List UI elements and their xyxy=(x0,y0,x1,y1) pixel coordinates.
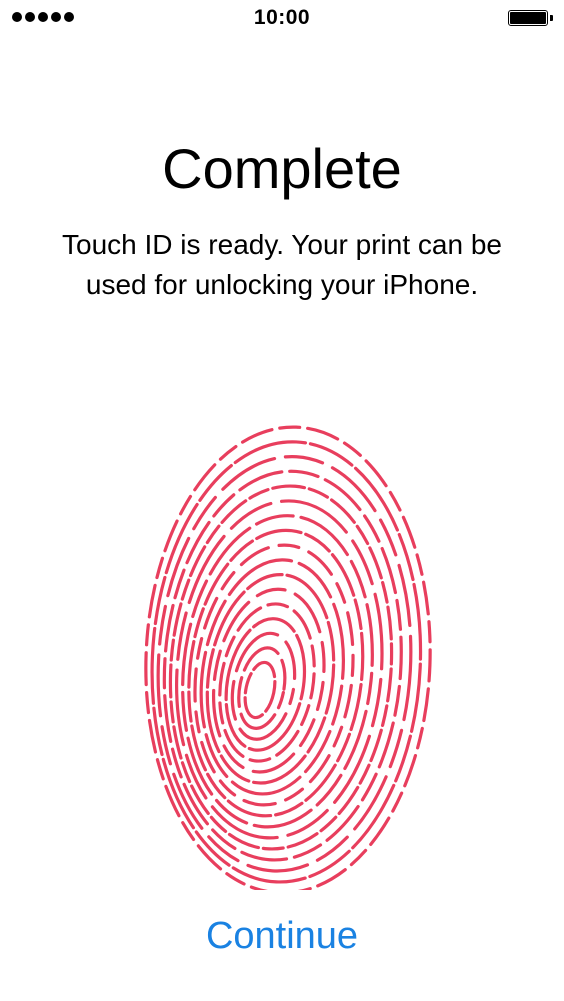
page-title: Complete xyxy=(162,137,402,200)
touch-id-complete-screen: 10:00 Complete Touch ID is ready. Your p… xyxy=(0,0,564,1001)
status-message: Touch ID is ready. Your print can be use… xyxy=(62,229,502,300)
fingerprint-icon xyxy=(144,425,432,890)
fingerprint-ridge xyxy=(168,484,394,851)
continue-button[interactable]: Continue xyxy=(0,915,564,958)
status-bar: 10:00 xyxy=(0,0,564,40)
status-time: 10:00 xyxy=(253,6,311,29)
battery-icon xyxy=(508,10,553,26)
